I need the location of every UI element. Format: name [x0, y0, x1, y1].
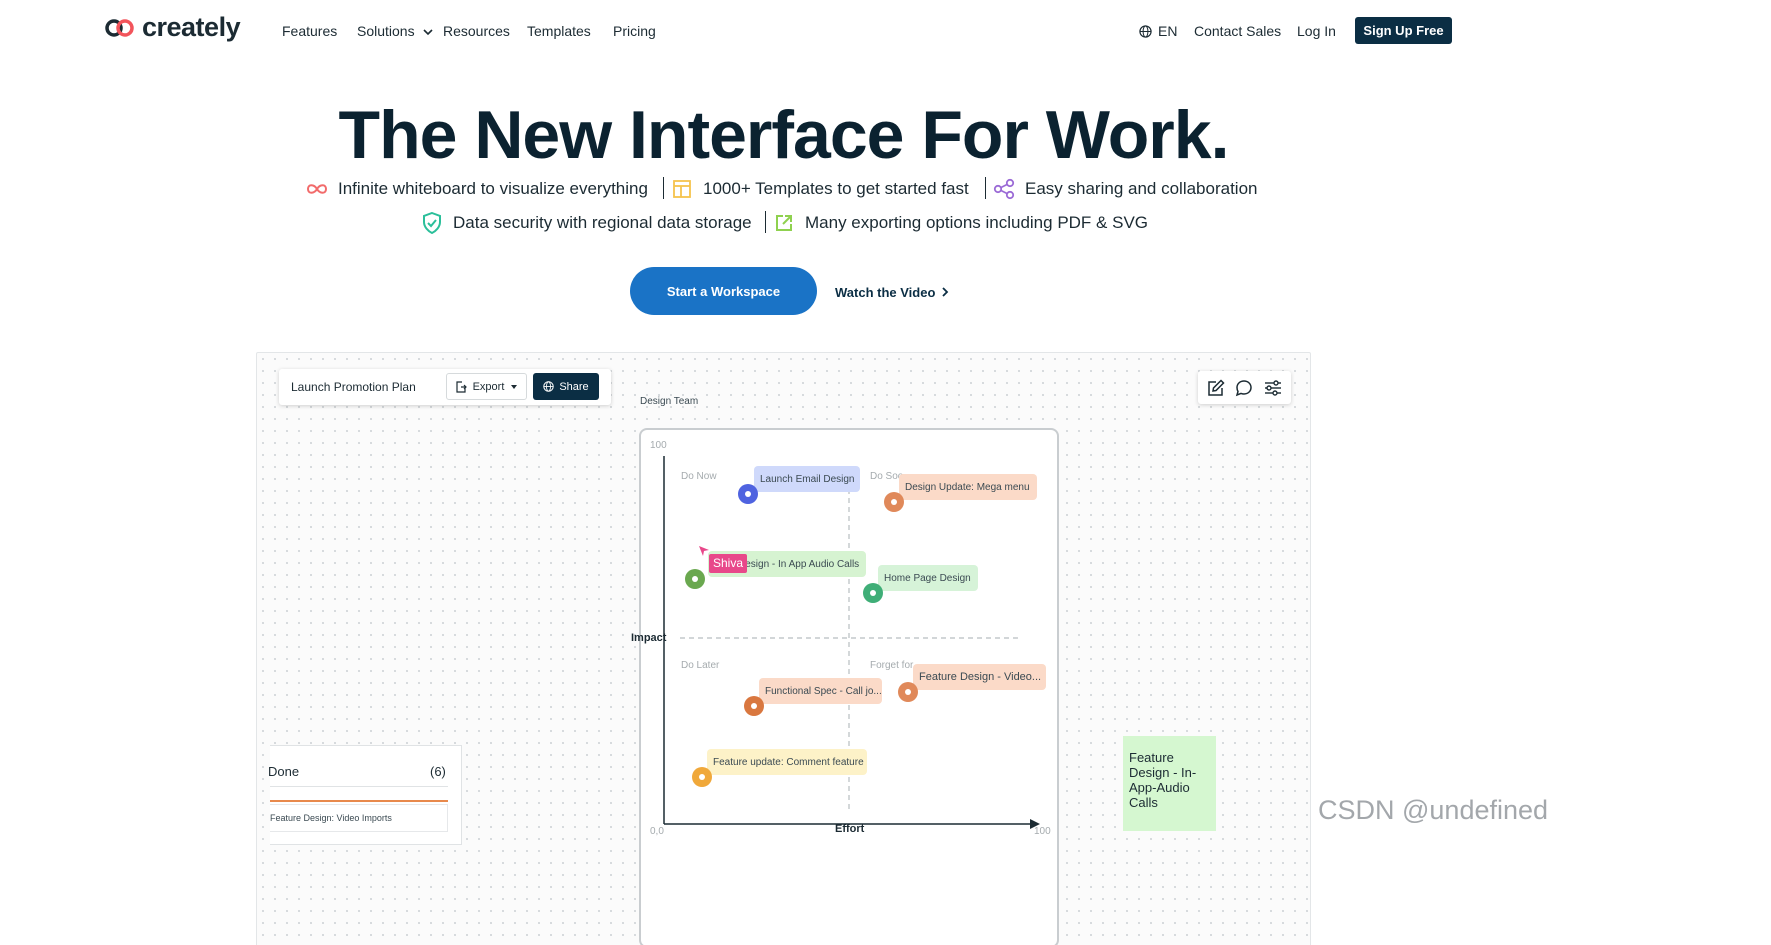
- settings-sliders-icon[interactable]: [1264, 379, 1282, 397]
- nav-resources[interactable]: Resources: [443, 23, 510, 39]
- feature-infinite-whiteboard: Infinite whiteboard to visualize everyth…: [306, 178, 648, 200]
- feature-exporting: Many exporting options including PDF & S…: [773, 212, 1148, 234]
- right-toolbar: [1198, 371, 1291, 404]
- export-icon: [773, 212, 795, 234]
- feature-separator: [985, 177, 986, 199]
- task-marker[interactable]: [685, 569, 705, 589]
- feature-text: Easy sharing and collaboration: [1025, 179, 1258, 198]
- task-marker[interactable]: [738, 484, 758, 504]
- document-title[interactable]: Launch Promotion Plan: [291, 380, 416, 394]
- nav-templates[interactable]: Templates: [527, 23, 591, 39]
- share-button[interactable]: Share: [533, 373, 599, 400]
- feature-sharing: Easy sharing and collaboration: [993, 178, 1257, 200]
- nav-solutions-label: Solutions: [357, 23, 415, 39]
- export-button[interactable]: Export: [446, 373, 527, 400]
- template-icon: [671, 178, 693, 200]
- globe-icon: [543, 381, 555, 392]
- language-label: EN: [1158, 23, 1178, 39]
- watch-video-link[interactable]: Watch the Video: [835, 285, 949, 300]
- y-axis-label: Impact: [631, 632, 667, 644]
- feature-text: 1000+ Templates to get started fast: [703, 179, 969, 198]
- divider: [270, 786, 448, 787]
- share-icon: [993, 178, 1015, 200]
- share-label: Share: [559, 380, 589, 393]
- task-marker[interactable]: [692, 767, 712, 787]
- task-marker[interactable]: [898, 682, 918, 702]
- nav-pricing[interactable]: Pricing: [613, 23, 656, 39]
- nav-features[interactable]: Features: [282, 23, 337, 39]
- feature-text: Infinite whiteboard to visualize everyth…: [338, 179, 648, 198]
- done-column-panel[interactable]: Done (6) Feature Design: Video Imports: [268, 745, 462, 845]
- task-card[interactable]: Feature update: Comment feature: [707, 749, 867, 775]
- start-workspace-button[interactable]: Start a Workspace: [630, 267, 817, 315]
- task-card[interactable]: Home Page Design: [878, 565, 978, 591]
- task-card[interactable]: Design Update: Mega menu: [899, 474, 1037, 500]
- watermark: CSDN @undefined: [1318, 795, 1549, 825]
- watch-video-label: Watch the Video: [835, 285, 936, 300]
- collaborator-cursor-label: Shiva: [709, 554, 748, 573]
- logo-text: creately: [142, 12, 241, 42]
- contact-sales-link[interactable]: Contact Sales: [1194, 23, 1281, 39]
- chevron-right-icon: [942, 287, 949, 297]
- caret-down-icon: [511, 384, 518, 389]
- quadrant-label-forget: Forget for: [870, 660, 914, 671]
- log-in-link[interactable]: Log In: [1297, 23, 1336, 39]
- nav-solutions[interactable]: Solutions: [357, 23, 434, 39]
- done-item-card[interactable]: Feature Design: Video Imports: [270, 804, 448, 832]
- feature-separator: [663, 177, 664, 199]
- task-card[interactable]: Launch Email Design: [754, 466, 860, 492]
- x-axis-label: Effort: [835, 823, 865, 835]
- feature-text: Data security with regional data storage: [453, 213, 752, 232]
- shield-check-icon: [421, 212, 443, 234]
- globe-icon: [1139, 24, 1152, 38]
- comment-icon[interactable]: [1235, 379, 1253, 397]
- task-marker[interactable]: [744, 696, 764, 716]
- task-marker[interactable]: [863, 583, 883, 603]
- hero-title: The New Interface For Work.: [338, 97, 1230, 173]
- edit-icon[interactable]: [1207, 379, 1225, 397]
- export-label: Export: [472, 380, 505, 393]
- quadrant-label-do-now: Do Now: [681, 471, 717, 482]
- feature-separator: [765, 211, 766, 233]
- document-toolbar: Launch Promotion Plan Export Share: [279, 369, 611, 405]
- feature-templates: 1000+ Templates to get started fast: [671, 178, 969, 200]
- quadrant-label-do-later: Do Later: [681, 660, 720, 671]
- progress-accent: [270, 800, 448, 802]
- sticky-note[interactable]: Feature Design - In-App-Audio Calls: [1123, 736, 1216, 831]
- creately-logo-icon: [105, 18, 134, 37]
- feature-text: Many exporting options including PDF & S…: [805, 213, 1149, 232]
- task-card[interactable]: Feature Design - Video...: [913, 664, 1046, 690]
- task-marker[interactable]: [884, 492, 904, 512]
- y-axis-max: 100: [650, 440, 667, 451]
- task-card[interactable]: Functional Spec - Call jo...: [759, 678, 882, 704]
- x-axis-max: 100: [1034, 826, 1051, 837]
- infinity-icon: [306, 178, 328, 200]
- x-axis-min: 0,0: [650, 826, 664, 837]
- creately-logo[interactable]: creately: [104, 12, 241, 43]
- feature-data-security: Data security with regional data storage: [421, 212, 752, 234]
- frame-label: Design Team: [640, 396, 699, 407]
- language-selector[interactable]: EN: [1139, 23, 1177, 39]
- sign-up-button[interactable]: Sign Up Free: [1355, 17, 1452, 44]
- done-count: (6): [430, 764, 446, 779]
- done-title: Done: [268, 764, 300, 779]
- export-file-icon: [455, 380, 467, 393]
- chevron-down-icon: [423, 29, 434, 36]
- done-item-text: Feature Design: Video Imports: [270, 813, 392, 823]
